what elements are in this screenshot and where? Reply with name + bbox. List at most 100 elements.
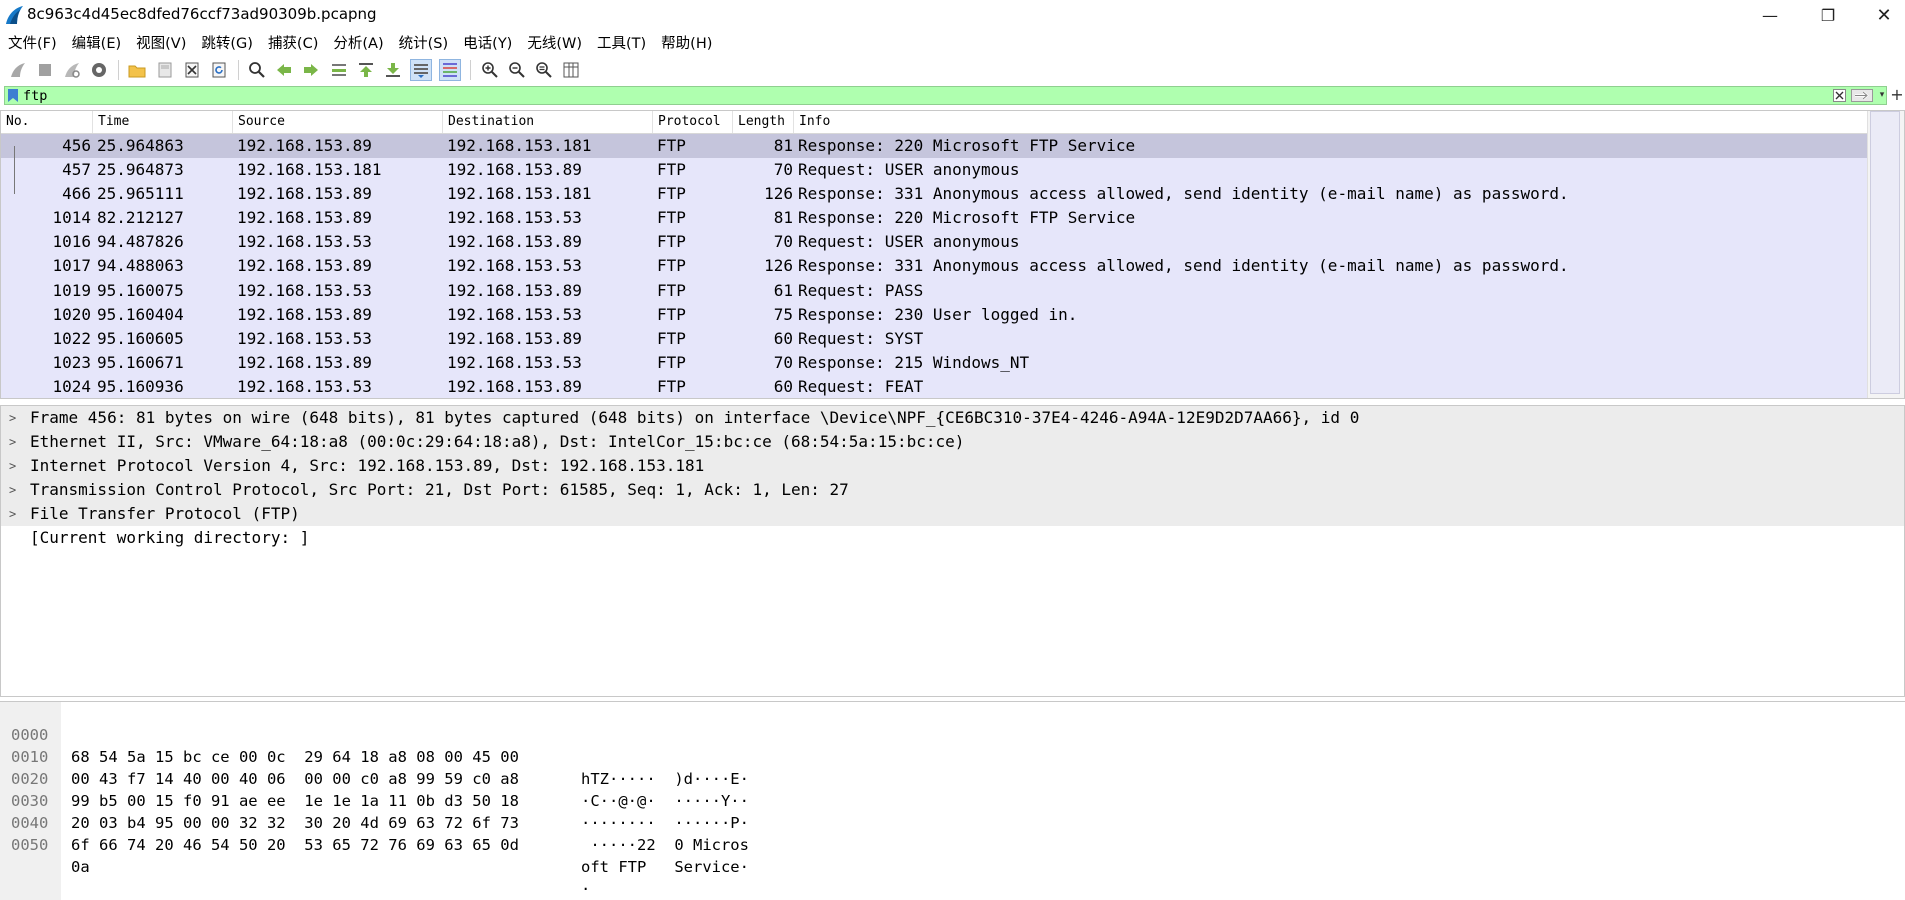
- hex-row[interactable]: 0020 99 b5 00 15 f0 91 ae ee 1e 1e 1a 11…: [0, 746, 749, 832]
- hex-row[interactable]: 0050 0a ·: [0, 812, 590, 898]
- cell-source: 192.168.153.53: [237, 232, 372, 252]
- column-header-no[interactable]: No.: [1, 111, 93, 133]
- menu-capture[interactable]: 捕获(C): [261, 32, 325, 53]
- table-row[interactable]: 1014 82.212127 192.168.153.89 192.168.15…: [1, 206, 1867, 231]
- cell-destination: 192.168.153.53: [447, 256, 582, 276]
- bookmark-icon[interactable]: [8, 89, 18, 102]
- menu-analyze[interactable]: 分析(A): [326, 32, 390, 53]
- cell-protocol: FTP: [657, 160, 686, 180]
- packet-details-tree: > Frame 456: 81 bytes on wire (648 bits)…: [0, 405, 1905, 697]
- table-row[interactable]: 466 25.965111 192.168.153.89 192.168.153…: [1, 182, 1867, 207]
- chevron-right-icon[interactable]: >: [9, 454, 21, 478]
- tree-item-ftp[interactable]: > File Transfer Protocol (FTP): [1, 502, 1904, 527]
- add-filter-button-icon[interactable]: +: [1890, 86, 1904, 105]
- scrollbar-thumb[interactable]: [1870, 111, 1900, 394]
- save-file-icon[interactable]: [155, 60, 175, 80]
- apply-filter-icon[interactable]: [1851, 89, 1873, 102]
- stop-capture-icon[interactable]: [35, 60, 55, 80]
- cell-destination: 192.168.153.181: [447, 184, 592, 204]
- column-header-length[interactable]: Length: [733, 111, 794, 133]
- chevron-right-icon[interactable]: >: [9, 430, 21, 454]
- go-last-icon[interactable]: [383, 60, 403, 80]
- cell-destination: 192.168.153.89: [447, 376, 582, 396]
- table-row[interactable]: 456 25.964863 192.168.153.89 192.168.153…: [1, 134, 1867, 159]
- clear-filter-icon[interactable]: [1833, 89, 1846, 102]
- colorize-icon[interactable]: [439, 59, 462, 81]
- hex-row[interactable]: 0010 00 43 f7 14 40 00 40 06 00 00 c0 a8…: [0, 724, 749, 810]
- column-header-time[interactable]: Time: [93, 111, 233, 133]
- cell-source: 192.168.153.53: [237, 328, 372, 348]
- table-row[interactable]: 1023 95.160671 192.168.153.89 192.168.15…: [1, 350, 1867, 375]
- hex-row[interactable]: 0040 6f 66 74 20 46 54 50 20 53 65 72 76…: [0, 790, 749, 876]
- hex-row[interactable]: 0000 68 54 5a 15 bc ce 00 0c 29 64 18 a8…: [0, 702, 749, 788]
- tree-item-frame[interactable]: > Frame 456: 81 bytes on wire (648 bits)…: [1, 406, 1904, 431]
- column-header-source[interactable]: Source: [233, 111, 443, 133]
- table-row[interactable]: 1020 95.160404 192.168.153.89 192.168.15…: [1, 302, 1867, 327]
- autoscroll-icon[interactable]: [410, 59, 433, 81]
- table-row[interactable]: 1019 95.160075 192.168.153.53 192.168.15…: [1, 278, 1867, 303]
- menu-statistics[interactable]: 统计(S): [392, 32, 456, 53]
- table-row[interactable]: 1016 94.487826 192.168.153.53 192.168.15…: [1, 230, 1867, 255]
- column-header-destination[interactable]: Destination: [443, 111, 653, 133]
- cell-info: Response: 331 Anonymous access allowed, …: [798, 256, 1569, 276]
- filter-history-dropdown-icon[interactable]: ▾: [1877, 89, 1887, 102]
- table-row[interactable]: 1024 95.160936 192.168.153.53 192.168.15…: [1, 374, 1867, 398]
- menu-tools[interactable]: 工具(T): [590, 32, 653, 53]
- cell-destination: 192.168.153.89: [447, 160, 582, 180]
- related-packet-marker: [14, 182, 15, 195]
- cell-length: 60: [773, 376, 793, 396]
- start-capture-icon[interactable]: [8, 60, 28, 80]
- close-file-icon[interactable]: [182, 60, 202, 80]
- cell-source: 192.168.153.89: [237, 256, 372, 276]
- zoom-out-icon[interactable]: [507, 60, 527, 80]
- column-header-protocol[interactable]: Protocol: [653, 111, 733, 133]
- go-forward-icon[interactable]: [301, 60, 321, 80]
- ascii-bytes: hTZ····· )d····E·: [581, 770, 749, 788]
- menu-file[interactable]: 文件(F): [1, 32, 64, 53]
- chevron-right-icon[interactable]: >: [9, 406, 21, 430]
- go-first-icon[interactable]: [356, 60, 376, 80]
- cell-time: 95.160605: [97, 328, 184, 348]
- cell-destination: 192.168.153.89: [447, 232, 582, 252]
- close-window-button[interactable]: ✕: [1856, 0, 1905, 30]
- zoom-normal-icon[interactable]: [534, 60, 554, 80]
- minimize-button[interactable]: —: [1742, 0, 1798, 30]
- cell-protocol: FTP: [657, 208, 686, 228]
- cell-protocol: FTP: [657, 232, 686, 252]
- find-packet-icon[interactable]: [247, 60, 267, 80]
- chevron-right-icon[interactable]: >: [9, 502, 21, 526]
- tree-item-ethernet[interactable]: > Ethernet II, Src: VMware_64:18:a8 (00:…: [1, 430, 1904, 455]
- menu-edit[interactable]: 编辑(E): [65, 32, 128, 53]
- go-back-icon[interactable]: [274, 60, 294, 80]
- display-filter-input[interactable]: ftp ▾: [4, 86, 1887, 105]
- tree-item-ipv4[interactable]: > Internet Protocol Version 4, Src: 192.…: [1, 454, 1904, 479]
- menu-telephony[interactable]: 电话(Y): [456, 32, 519, 53]
- table-row[interactable]: 1022 95.160605 192.168.153.53 192.168.15…: [1, 326, 1867, 351]
- resize-columns-icon[interactable]: [561, 60, 581, 80]
- restore-button[interactable]: ❐: [1800, 0, 1856, 30]
- cell-info: Response: 215 Windows_NT: [798, 352, 1030, 372]
- restart-capture-icon[interactable]: [62, 60, 82, 80]
- menu-view[interactable]: 视图(V): [129, 32, 193, 53]
- capture-options-icon[interactable]: [89, 60, 109, 80]
- cell-source: 192.168.153.89: [237, 184, 372, 204]
- table-row[interactable]: 1017 94.488063 192.168.153.89 192.168.15…: [1, 254, 1867, 279]
- packet-list-header: No. Time Source Destination Protocol Len…: [1, 111, 1867, 134]
- tree-item-cwd[interactable]: [Current working directory: ]: [1, 526, 1904, 550]
- tree-item-tcp[interactable]: > Transmission Control Protocol, Src Por…: [1, 478, 1904, 503]
- zoom-in-icon[interactable]: [480, 60, 500, 80]
- packet-list-scrollbar[interactable]: [1867, 111, 1904, 398]
- hex-row[interactable]: 0030 20 03 b4 95 00 00 32 32 30 20 4d 69…: [0, 768, 749, 854]
- table-row[interactable]: 457 25.964873 192.168.153.181 192.168.15…: [1, 158, 1867, 183]
- menu-help[interactable]: 帮助(H): [654, 32, 719, 53]
- cell-length: 60: [773, 328, 793, 348]
- menu-wireless[interactable]: 无线(W): [520, 32, 589, 53]
- cell-length: 70: [773, 232, 793, 252]
- menu-go[interactable]: 跳转(G): [194, 32, 260, 53]
- go-to-packet-icon[interactable]: [329, 60, 349, 80]
- chevron-right-icon[interactable]: >: [9, 478, 21, 502]
- open-file-icon[interactable]: [127, 60, 147, 80]
- cell-length: 81: [773, 208, 793, 228]
- reload-file-icon[interactable]: [209, 60, 229, 80]
- column-header-info[interactable]: Info: [794, 111, 1867, 133]
